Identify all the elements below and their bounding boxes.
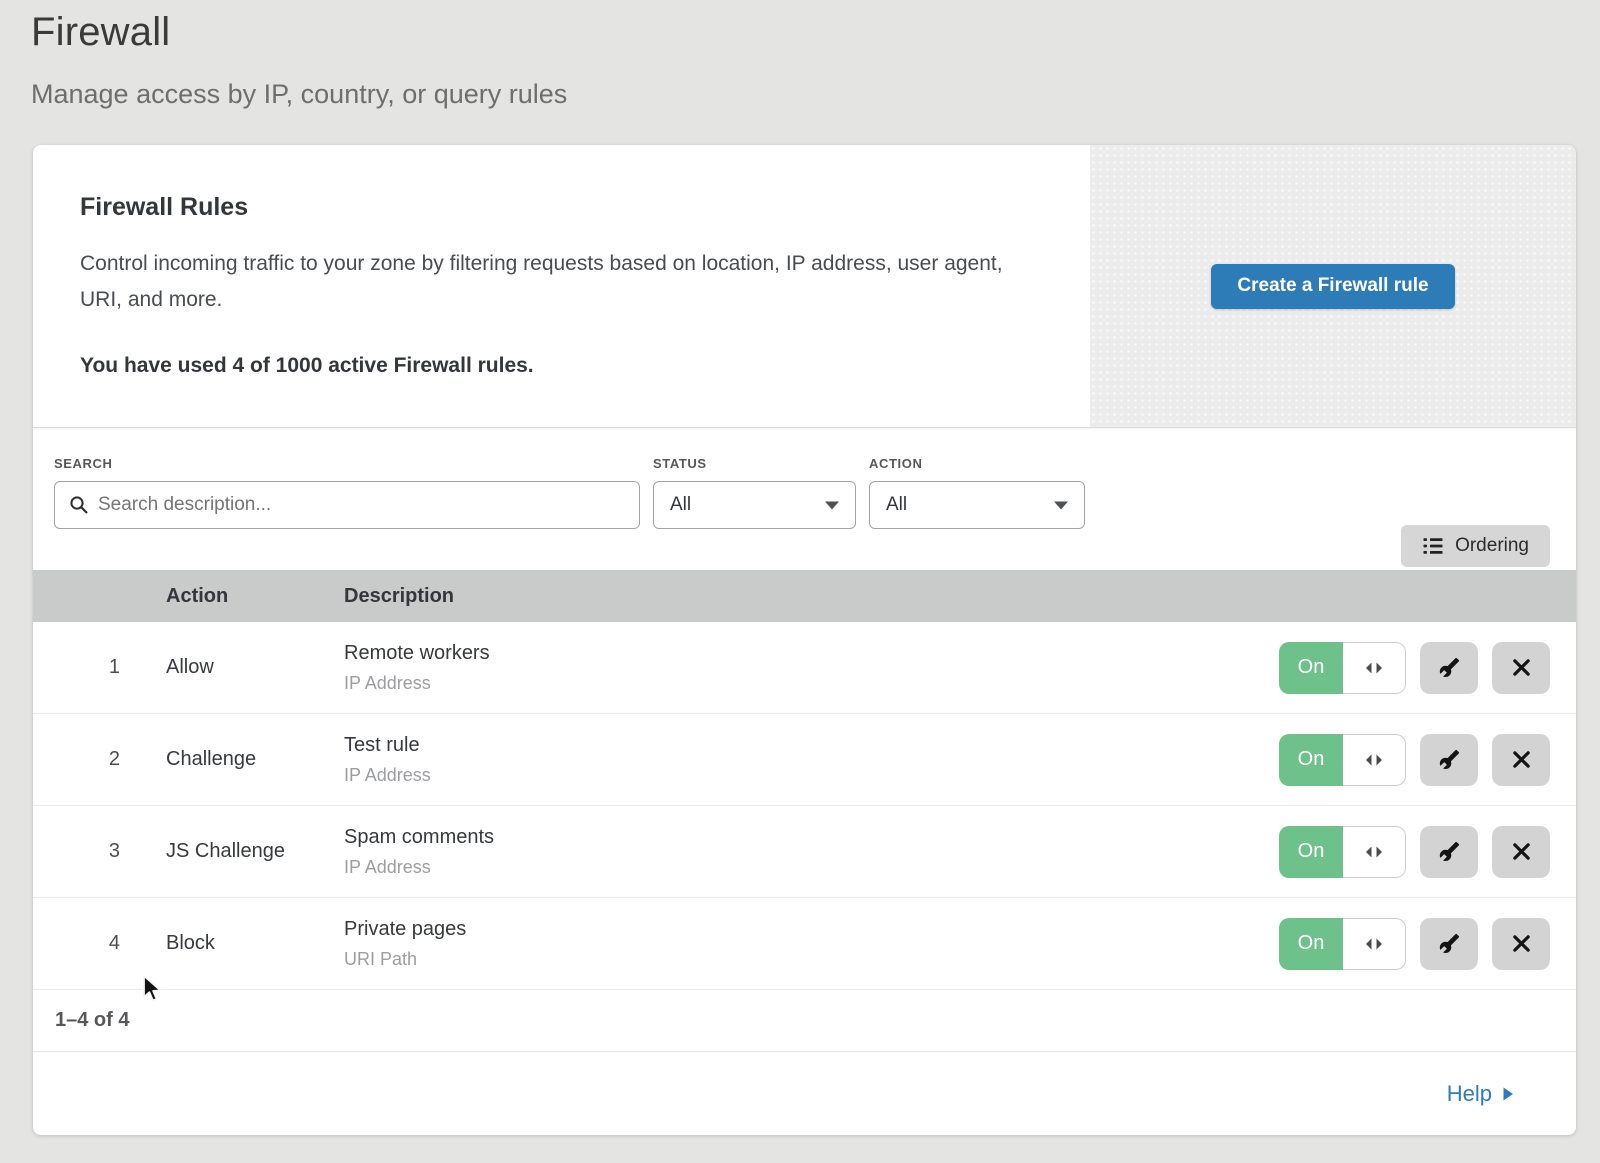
- rule-priority: 4: [33, 932, 166, 955]
- delete-rule-button[interactable]: [1492, 734, 1550, 786]
- rule-priority: 3: [33, 840, 166, 863]
- table-row: 2 Challenge Test rule IP Address On: [33, 714, 1576, 806]
- rule-enabled-toggle[interactable]: On: [1279, 642, 1406, 694]
- search-icon: [69, 495, 89, 515]
- rule-enabled-toggle[interactable]: On: [1279, 734, 1406, 786]
- toggle-handle[interactable]: [1343, 918, 1406, 970]
- arrow-right-icon: [1502, 1086, 1514, 1102]
- help-link[interactable]: Help: [1447, 1081, 1514, 1107]
- rule-action: Challenge: [166, 748, 344, 771]
- edit-rule-button[interactable]: [1420, 826, 1478, 878]
- help-link-label: Help: [1447, 1081, 1492, 1107]
- close-icon: [1512, 750, 1531, 769]
- table-row: 3 JS Challenge Spam comments IP Address …: [33, 806, 1576, 898]
- delete-rule-button[interactable]: [1492, 826, 1550, 878]
- edit-rule-button[interactable]: [1420, 642, 1478, 694]
- wrench-icon: [1439, 841, 1460, 862]
- table-row: 4 Block Private pages URI Path On: [33, 898, 1576, 990]
- chevron-down-icon: [825, 501, 839, 510]
- toggle-on-label: On: [1279, 918, 1343, 970]
- rule-enabled-toggle[interactable]: On: [1279, 918, 1406, 970]
- search-label: SEARCH: [54, 456, 640, 471]
- rule-action: JS Challenge: [166, 840, 344, 863]
- rule-action: Allow: [166, 656, 344, 679]
- toggle-on-label: On: [1279, 826, 1343, 878]
- status-select[interactable]: All: [653, 481, 856, 529]
- description-column-header: Description: [344, 585, 1276, 608]
- edit-rule-button[interactable]: [1420, 918, 1478, 970]
- rule-priority: 2: [33, 748, 166, 771]
- rule-match-field: IP Address: [344, 765, 1276, 786]
- action-label: ACTION: [869, 456, 1085, 471]
- edit-rule-button[interactable]: [1420, 734, 1478, 786]
- rule-description: Test rule: [344, 734, 1276, 757]
- create-firewall-rule-button[interactable]: Create a Firewall rule: [1211, 264, 1454, 309]
- toggle-handle[interactable]: [1343, 826, 1406, 878]
- close-icon: [1512, 842, 1531, 861]
- rule-match-field: IP Address: [344, 673, 1276, 694]
- left-right-arrows-icon: [1364, 937, 1384, 951]
- rule-match-field: IP Address: [344, 857, 1276, 878]
- ordered-list-icon: [1422, 537, 1444, 555]
- wrench-icon: [1439, 657, 1460, 678]
- delete-rule-button[interactable]: [1492, 642, 1550, 694]
- ordering-button[interactable]: Ordering: [1401, 525, 1550, 567]
- close-icon: [1512, 658, 1531, 677]
- search-input-wrapper: [54, 481, 640, 529]
- page-subtitle: Manage access by IP, country, or query r…: [31, 79, 1600, 110]
- toggle-on-label: On: [1279, 734, 1343, 786]
- action-selected-value: All: [886, 494, 907, 516]
- close-icon: [1512, 934, 1531, 953]
- action-field-group: ACTION All: [869, 456, 1085, 529]
- filter-bar: SEARCH STATUS All ACTION All: [33, 428, 1576, 570]
- rule-match-field: URI Path: [344, 949, 1276, 970]
- left-right-arrows-icon: [1364, 661, 1384, 675]
- pagination-range: 1–4 of 4: [55, 1009, 129, 1032]
- table-header: Action Description: [33, 570, 1576, 622]
- wrench-icon: [1439, 933, 1460, 954]
- search-field-group: SEARCH: [54, 456, 640, 529]
- status-label: STATUS: [653, 456, 856, 471]
- overview-text-panel: Firewall Rules Control incoming traffic …: [33, 145, 1090, 427]
- left-right-arrows-icon: [1364, 753, 1384, 767]
- chevron-down-icon: [1054, 501, 1068, 510]
- overview-heading: Firewall Rules: [80, 193, 1030, 222]
- page-title: Firewall: [31, 10, 1600, 55]
- toggle-handle[interactable]: [1343, 642, 1406, 694]
- rule-description: Private pages: [344, 918, 1276, 941]
- help-footer: Help: [33, 1052, 1576, 1135]
- left-right-arrows-icon: [1364, 845, 1384, 859]
- rule-action: Block: [166, 932, 344, 955]
- delete-rule-button[interactable]: [1492, 918, 1550, 970]
- firewall-rules-card: Firewall Rules Control incoming traffic …: [33, 145, 1576, 1135]
- rules-usage-summary: You have used 4 of 1000 active Firewall …: [80, 354, 1030, 378]
- page-header: Firewall Manage access by IP, country, o…: [0, 0, 1600, 110]
- action-column-header: Action: [166, 585, 344, 608]
- status-field-group: STATUS All: [653, 456, 856, 529]
- overview-action-panel: Create a Firewall rule: [1090, 145, 1576, 427]
- wrench-icon: [1439, 749, 1460, 770]
- overview-section: Firewall Rules Control incoming traffic …: [33, 145, 1576, 428]
- rule-description: Remote workers: [344, 642, 1276, 665]
- overview-description: Control incoming traffic to your zone by…: [80, 246, 1030, 318]
- status-selected-value: All: [670, 494, 691, 516]
- pagination-footer: 1–4 of 4: [33, 990, 1576, 1052]
- ordering-button-label: Ordering: [1455, 535, 1529, 557]
- rule-description: Spam comments: [344, 826, 1276, 849]
- toggle-handle[interactable]: [1343, 734, 1406, 786]
- action-select[interactable]: All: [869, 481, 1085, 529]
- rule-enabled-toggle[interactable]: On: [1279, 826, 1406, 878]
- toggle-on-label: On: [1279, 642, 1343, 694]
- search-input[interactable]: [98, 494, 625, 516]
- table-row: 1 Allow Remote workers IP Address On: [33, 622, 1576, 714]
- rule-priority: 1: [33, 656, 166, 679]
